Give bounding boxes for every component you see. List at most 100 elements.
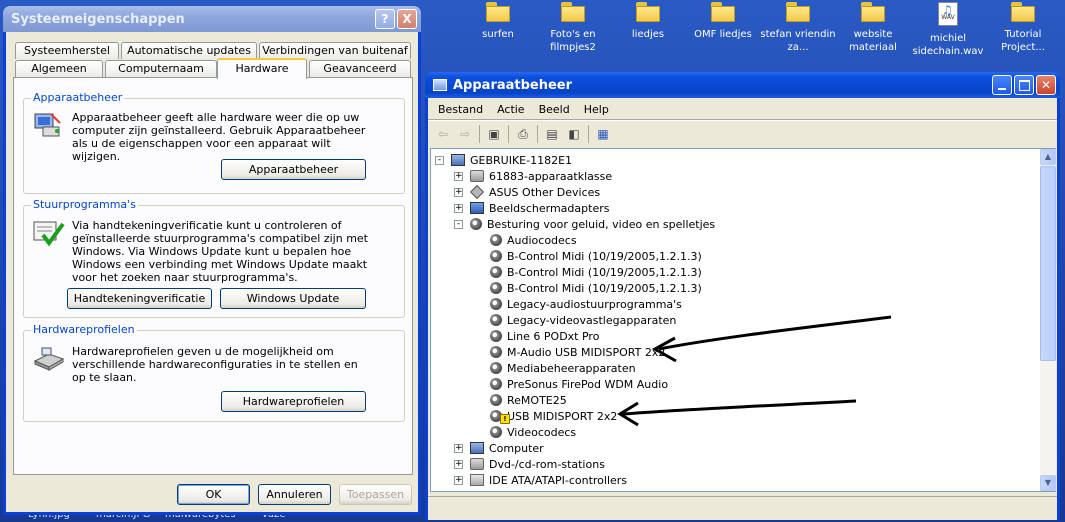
scroll-thumb[interactable] [1040, 166, 1056, 361]
cancel-button[interactable]: Annuleren [258, 484, 331, 505]
device-item[interactable]: Line 6 PODxt Pro [490, 328, 599, 344]
device-item[interactable]: PreSonus FirePod WDM Audio [490, 376, 668, 392]
hardware-profiles-button[interactable]: Hardwareprofielen [221, 391, 366, 412]
expand-icon[interactable]: + [454, 172, 463, 181]
desktop-icon[interactable]: surfen [458, 0, 538, 41]
device-item[interactable]: Legacy-audiostuurprogramma's [490, 296, 682, 312]
tab-automatische-updates[interactable]: Automatische updates [121, 42, 257, 59]
device-manager-app-icon [433, 79, 447, 91]
menu-actie[interactable]: Actie [490, 103, 532, 116]
tree-item-label: GEBRUIKE-1182E1 [470, 153, 573, 167]
close-button[interactable]: X [397, 9, 417, 29]
expand-icon[interactable]: + [454, 444, 463, 453]
properties-icon[interactable]: ▤ [541, 124, 563, 144]
device-category[interactable]: GEBRUIKE-1182E1 [451, 152, 572, 168]
vertical-scrollbar[interactable]: ▲ ▼ [1040, 149, 1056, 491]
help-button[interactable]: ? [375, 9, 395, 29]
desktop-icon[interactable]: ♫ WAV michiel sidechain.wav [908, 0, 988, 58]
close-button[interactable]: ✕ [1036, 75, 1056, 95]
device-category[interactable]: Besturing voor geluid, video en spelletj… [470, 216, 715, 232]
desktop-icon-label: surfen [482, 29, 514, 40]
folder-icon [1011, 2, 1035, 22]
device-item[interactable]: ReMOTE25 [490, 392, 567, 408]
annotation-arrow-1 [658, 315, 892, 351]
expand-icon[interactable]: + [454, 188, 463, 197]
driver-signing-button[interactable]: Handtekeningverificatie [67, 288, 212, 309]
device-item[interactable]: Audiocodecs [490, 232, 577, 248]
device-item[interactable]: ! USB MIDISPORT 2x2 [490, 408, 617, 424]
device-manager-button[interactable]: Apparaatbeheer [221, 159, 366, 180]
expand-icon[interactable]: + [454, 204, 463, 213]
device-item[interactable]: Mediabeheerapparaten [490, 360, 636, 376]
device-item[interactable]: B-Control Midi (10/19/2005,1.2.1.3) [490, 280, 702, 296]
device-category[interactable]: IDE ATA/ATAPI-controllers [470, 472, 627, 488]
toolbar-separator [588, 125, 589, 143]
computer-icon [470, 442, 484, 454]
folder-icon [561, 2, 585, 22]
hardware-profiles-legend: Hardwareprofielen [31, 323, 137, 336]
expand-icon[interactable]: + [454, 460, 463, 469]
device-item[interactable]: Videocodecs [490, 424, 576, 440]
console-tree-icon[interactable]: ▣ [483, 124, 505, 144]
device-item[interactable]: B-Control Midi (10/19/2005,1.2.1.3) [490, 248, 702, 264]
folder-icon [786, 2, 810, 22]
menu-help[interactable]: Help [577, 103, 616, 116]
tab-systeemherstel[interactable]: Systeemherstel [15, 42, 119, 59]
desktop-icon[interactable]: OMF liedjes [683, 0, 763, 41]
menu-bestand[interactable]: Bestand [431, 103, 490, 116]
desktop-icon[interactable]: stefan vriendin za... [758, 0, 838, 54]
device-item[interactable]: M-Audio USB MIDISPORT 2x2 [490, 344, 665, 360]
scroll-up-button[interactable]: ▲ [1040, 149, 1056, 165]
device-manager-titlebar[interactable]: Apparaatbeheer [425, 72, 1060, 98]
scan-hardware-icon[interactable]: ▦ [592, 124, 614, 144]
device-category[interactable]: ASUS Other Devices [469, 184, 601, 200]
maximize-button[interactable] [1014, 75, 1034, 95]
windows-update-button[interactable]: Windows Update [220, 288, 366, 309]
ok-button[interactable]: OK [177, 484, 250, 505]
hardware-profiles-description: Hardwareprofielen geven u de mogelijkhei… [72, 345, 358, 384]
tab-hardware[interactable]: Hardware [217, 58, 307, 79]
disk-icon [470, 170, 484, 182]
tab-verbindingen[interactable]: Verbindingen van buitenaf [259, 42, 411, 59]
device-item[interactable]: B-Control Midi (10/19/2005,1.2.1.3) [490, 264, 702, 280]
collapse-icon[interactable]: - [435, 156, 444, 165]
desktop-icon-label: OMF liedjes [694, 29, 752, 40]
system-properties-window: Systeemeigenschappen ? X Systeemherstel … [3, 6, 421, 515]
device-category[interactable]: 61883-apparaatklasse [470, 168, 612, 184]
tree-item-label: ASUS Other Devices [489, 185, 601, 199]
scroll-down-button[interactable]: ▼ [1040, 475, 1056, 491]
tab-geavanceerd[interactable]: Geavanceerd [309, 60, 411, 77]
device-item[interactable]: Legacy-videovastlegapparaten [490, 312, 676, 328]
annotation-arrow-2 [622, 399, 857, 416]
device-category[interactable]: Computer [470, 440, 544, 456]
device-manager-icon [33, 111, 63, 139]
help-pane-icon[interactable]: ◧ [563, 124, 585, 144]
menu-beeld[interactable]: Beeld [532, 103, 577, 116]
desktop-icon[interactable]: liedjes [608, 0, 688, 41]
desktop-icon[interactable]: Foto's en filmpjes2 [533, 0, 613, 54]
collapse-icon[interactable]: - [454, 220, 463, 229]
back-arrow-icon[interactable]: ⇦ [432, 124, 454, 144]
expand-icon[interactable]: + [454, 476, 463, 485]
print-icon[interactable]: ⎙ [512, 124, 534, 144]
desktop-icon[interactable]: website materiaal [833, 0, 913, 54]
desktop-icon[interactable]: Tutorial Project... [983, 0, 1063, 54]
window-title: Apparaatbeheer [453, 77, 573, 93]
device-category[interactable]: Beeldschermadapters [470, 200, 609, 216]
speaker-icon [490, 394, 502, 406]
toolbar: ⇦ ⇨ ▣ ⎙ ▤ ◧ ▦ [432, 121, 614, 147]
forward-arrow-icon[interactable]: ⇨ [454, 124, 476, 144]
desktop-icon-label: michiel sidechain.wav [912, 33, 984, 57]
device-category[interactable]: Dvd-/cd-rom-stations [470, 456, 605, 472]
tree-item-label: PreSonus FirePod WDM Audio [507, 377, 669, 391]
minimize-button[interactable] [992, 75, 1012, 95]
system-properties-titlebar[interactable]: Systeemeigenschappen [3, 6, 421, 32]
display-adapter-icon [470, 202, 484, 214]
file-type-badge: WAV [941, 14, 955, 21]
speaker-icon [490, 378, 502, 390]
tab-algemeen[interactable]: Algemeen [15, 60, 103, 77]
tab-computernaam[interactable]: Computernaam [105, 60, 217, 77]
speaker-icon [490, 234, 502, 246]
ide-controller-icon [470, 474, 484, 486]
device-tree[interactable]: - GEBRUIKE-1182E1 +61883-apparaatklasse + AS… [430, 148, 1056, 492]
